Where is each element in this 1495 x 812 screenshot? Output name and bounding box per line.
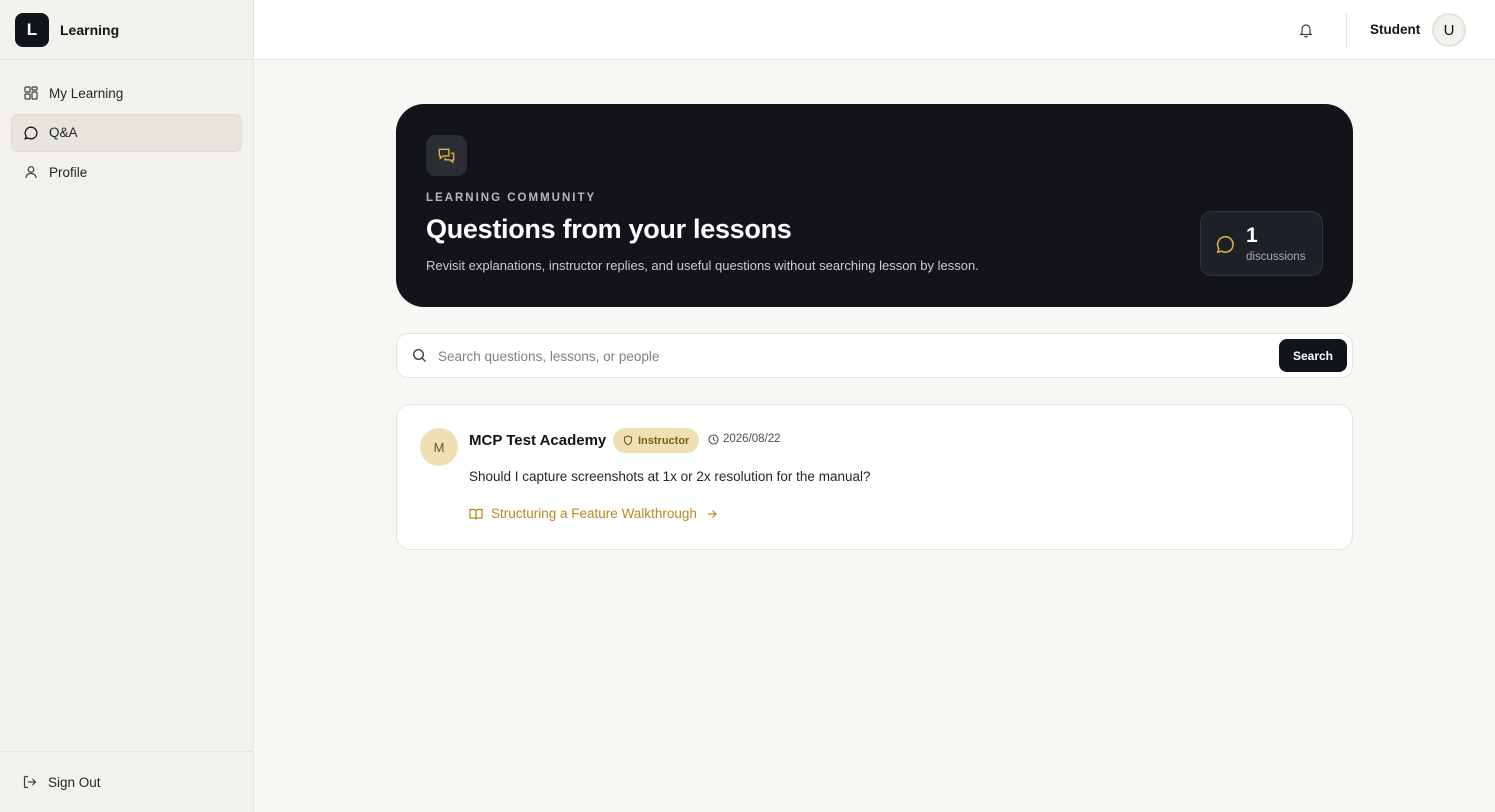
chat-bubble-icon bbox=[24, 126, 38, 140]
lesson-title: Structuring a Feature Walkthrough bbox=[491, 506, 697, 521]
discussion-count-label: discussions bbox=[1246, 251, 1306, 263]
question-text: Should I capture screenshots at 1x or 2x… bbox=[469, 469, 871, 484]
clock-icon bbox=[708, 433, 719, 445]
sidebar-item-my-learning[interactable]: My Learning bbox=[11, 74, 242, 112]
user-icon bbox=[24, 165, 38, 179]
book-icon bbox=[469, 507, 483, 521]
discussion-card[interactable]: M MCP Test Academy Instructor 2026/08/22… bbox=[396, 404, 1353, 550]
brand: L Learning bbox=[0, 0, 253, 60]
badge-label: Instructor bbox=[638, 434, 690, 447]
sign-out-label: Sign Out bbox=[48, 774, 101, 790]
sidebar-item-profile[interactable]: Profile bbox=[11, 153, 242, 191]
date-text: 2026/08/22 bbox=[723, 433, 781, 445]
sidebar-nav: My Learning Q&A Profile bbox=[0, 60, 253, 207]
brand-name[interactable]: Learning bbox=[60, 22, 119, 38]
page-title: Questions from your lessons bbox=[426, 214, 792, 244]
arrow-right-icon bbox=[706, 508, 718, 520]
search-icon bbox=[412, 348, 427, 363]
instructor-badge: Instructor bbox=[613, 428, 700, 453]
grid-icon bbox=[24, 86, 38, 100]
search-bar: Search bbox=[396, 333, 1353, 378]
shield-icon bbox=[623, 435, 633, 446]
discussion-count: 1 bbox=[1246, 224, 1258, 247]
author-avatar: M bbox=[420, 428, 458, 466]
topbar-divider bbox=[1346, 13, 1347, 47]
bell-icon[interactable] bbox=[1299, 22, 1313, 38]
lesson-link[interactable]: Structuring a Feature Walkthrough bbox=[469, 506, 718, 521]
search-button[interactable]: Search bbox=[1279, 339, 1347, 372]
hero-subtitle: Revisit explanations, instructor replies… bbox=[426, 258, 979, 273]
hero-eyebrow: LEARNING COMMUNITY bbox=[426, 192, 597, 204]
chat-bubble-icon bbox=[1216, 235, 1235, 254]
sidebar-item-label: Q&A bbox=[49, 125, 78, 140]
sign-out-icon bbox=[23, 775, 37, 789]
topbar: Student U bbox=[254, 0, 1495, 60]
sidebar: L Learning My Learning Q&A Profile Sign … bbox=[0, 0, 254, 812]
hero-banner: LEARNING COMMUNITY Questions from your l… bbox=[396, 104, 1353, 307]
post-date: 2026/08/22 bbox=[708, 433, 781, 445]
avatar[interactable]: U bbox=[1432, 13, 1466, 47]
sidebar-item-label: Profile bbox=[49, 164, 88, 180]
sidebar-item-label: My Learning bbox=[49, 85, 124, 101]
user-name[interactable]: Student bbox=[1370, 22, 1420, 37]
search-input[interactable] bbox=[438, 344, 1268, 368]
discussion-count-card: 1 discussions bbox=[1200, 211, 1323, 276]
sign-out-button[interactable]: Sign Out bbox=[0, 751, 253, 812]
discussion-icon bbox=[426, 135, 467, 176]
author-name: MCP Test Academy bbox=[469, 432, 607, 449]
sidebar-item-qa[interactable]: Q&A bbox=[11, 113, 242, 152]
brand-logo[interactable]: L bbox=[15, 12, 49, 47]
